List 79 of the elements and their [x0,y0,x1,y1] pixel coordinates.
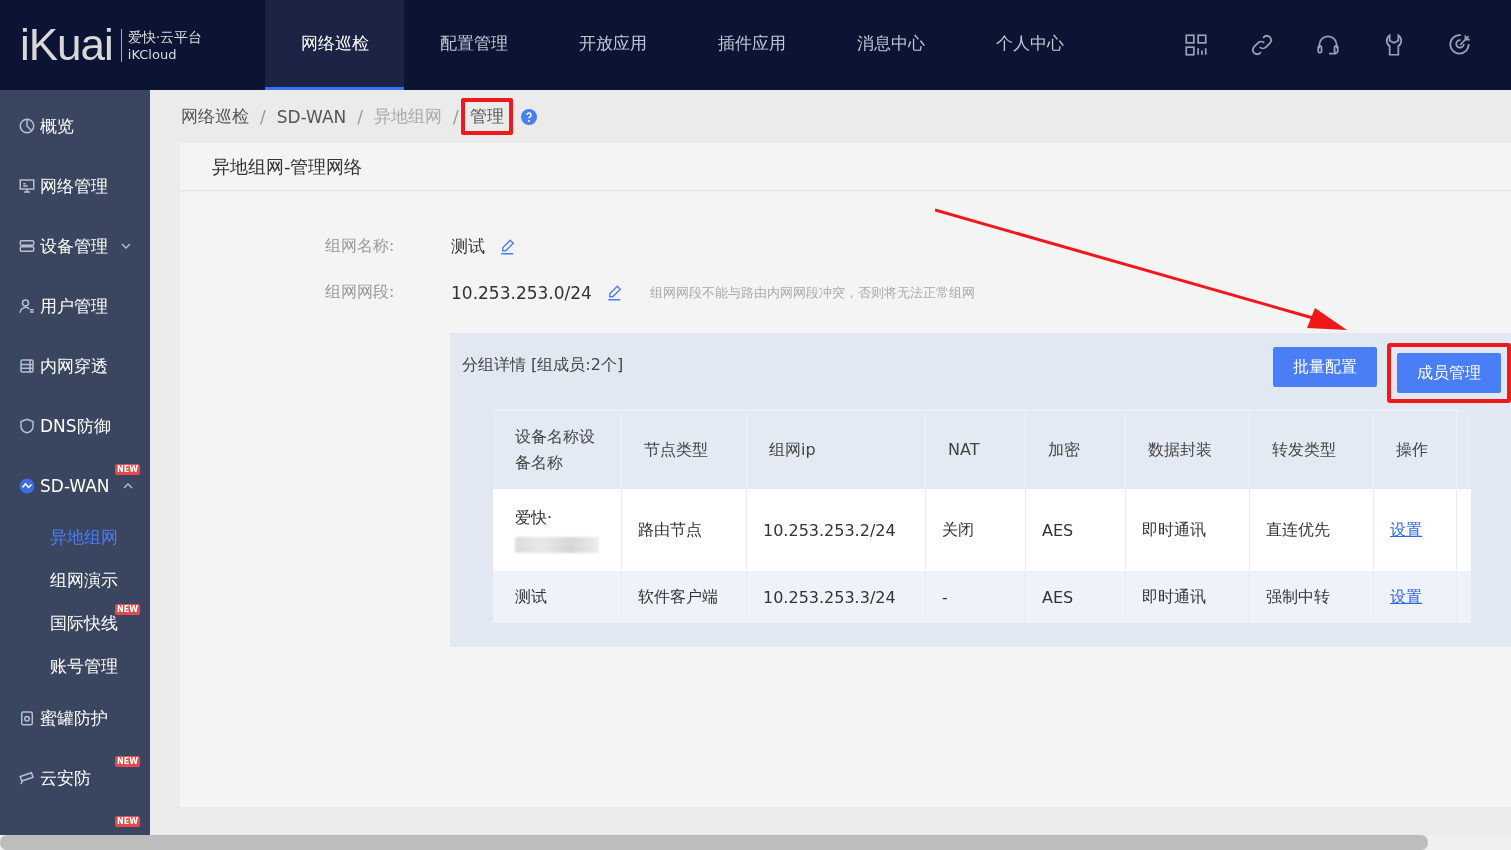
field-label: 组网名称: [325,236,396,257]
sidebar-item[interactable]: 概览 [40,114,74,138]
nav-tab[interactable]: 插件应用 [682,0,821,90]
edit-icon[interactable] [605,283,624,302]
breadcrumb-separator: / [357,106,364,127]
camera-icon [18,769,36,787]
sidebar-item[interactable]: 内网穿透 [40,354,108,378]
column-header: 操作 [1374,409,1457,489]
sidebar-item[interactable]: 网络管理 [40,174,108,198]
table-cell: 软件客户端 [622,571,747,623]
user-icon [18,297,36,315]
panel-title: 分组详情 [组成员:2个] [462,355,624,376]
sidebar-item[interactable]: 设备管理 [40,234,108,258]
edit-icon[interactable] [499,237,517,256]
table-cell: AES [1026,489,1126,571]
nav-tab[interactable]: 个人中心 [960,0,1099,90]
table-cell-text: 测试 [515,586,548,608]
column-header: 组网ip [747,409,926,489]
page-title: 异地组网-管理网络 [212,154,363,179]
sidebar-subitem[interactable]: 账号管理 [50,655,118,678]
link-icon[interactable] [1249,32,1275,58]
logo: iKuai [20,20,113,70]
brand-subtitle: iKCloud [127,46,178,62]
scrollbar-thumb[interactable] [0,835,1428,850]
brand-name: 爱快·云平台 [127,28,203,47]
new-badge: NEW [115,604,140,615]
table-cell: 即时通讯 [1126,489,1250,571]
globe-icon [18,477,36,495]
shield-icon [18,417,36,435]
sidebar-subitem[interactable]: 组网演示 [50,569,118,592]
column-header: 加密 [1026,409,1126,489]
field-value: 测试 [451,235,485,258]
pie-chart-icon [18,117,36,135]
table-cell: - [926,571,1026,623]
sidebar-item[interactable]: DNS防御 [40,414,111,438]
jar-icon [18,709,36,727]
new-badge: NEW [115,756,140,767]
help-icon[interactable] [520,108,537,125]
column-header: 数据封装 [1126,409,1250,489]
breadcrumb-separator: / [453,106,459,127]
server-icon [18,237,36,255]
sidebar-subitem[interactable]: 国际快线 [50,612,118,635]
nav-tab[interactable]: 消息中心 [821,0,960,90]
breadcrumb-link[interactable]: SD-WAN [267,99,356,134]
breadcrumb-link[interactable]: 管理 [460,98,513,135]
table-cell: 路由节点 [622,489,747,571]
column-header: NAT [926,409,1026,489]
breadcrumb-separator: / [260,106,266,127]
nav-tab[interactable]: 配置管理 [404,0,543,90]
action-button[interactable]: 成员管理 [1397,353,1501,393]
sidebar-item[interactable]: 云安防 [40,766,91,790]
new-badge: NEW [115,464,140,475]
table-cell: 10.253.253.2/24 [747,489,926,571]
table-cell: 10.253.253.3/24 [747,571,926,623]
nav-tab[interactable]: 开放应用 [543,0,682,90]
settings-link[interactable]: 设置 [1390,519,1422,541]
column-header: 节点类型 [622,409,747,489]
sidebar-item[interactable]: 蜜罐防护 [40,706,108,730]
apps-icon[interactable] [1183,32,1209,58]
new-badge: NEW [115,816,140,827]
table-cell: 即时通讯 [1126,571,1250,623]
table-cell: 关闭 [926,489,1026,571]
sidebar-item[interactable]: 用户管理 [40,294,108,318]
list-icon [18,357,36,375]
table-cell: AES [1026,571,1126,623]
settings-link[interactable]: 设置 [1390,586,1422,608]
field-hint: 组网网段不能与路由内网网段冲突，否则将无法正常组网 [649,283,975,302]
table-cell: 直连优先 [1250,489,1374,571]
field-value: 10.253.253.0/24 [451,282,592,303]
monitor-icon [18,177,36,195]
field-label: 组网网段: [325,282,396,303]
column-header: 设备名称设备名称 [493,409,622,489]
table-cell-text: 爱快· [515,507,554,529]
table-cell: 强制中转 [1250,571,1374,623]
action-button[interactable]: 批量配置 [1273,347,1377,387]
breadcrumb-link[interactable]: 网络巡检 [172,98,258,135]
nav-tab[interactable]: 网络巡检 [265,0,404,90]
column-header: 转发类型 [1250,409,1374,489]
sidebar-item[interactable]: SD-WAN [40,476,110,496]
